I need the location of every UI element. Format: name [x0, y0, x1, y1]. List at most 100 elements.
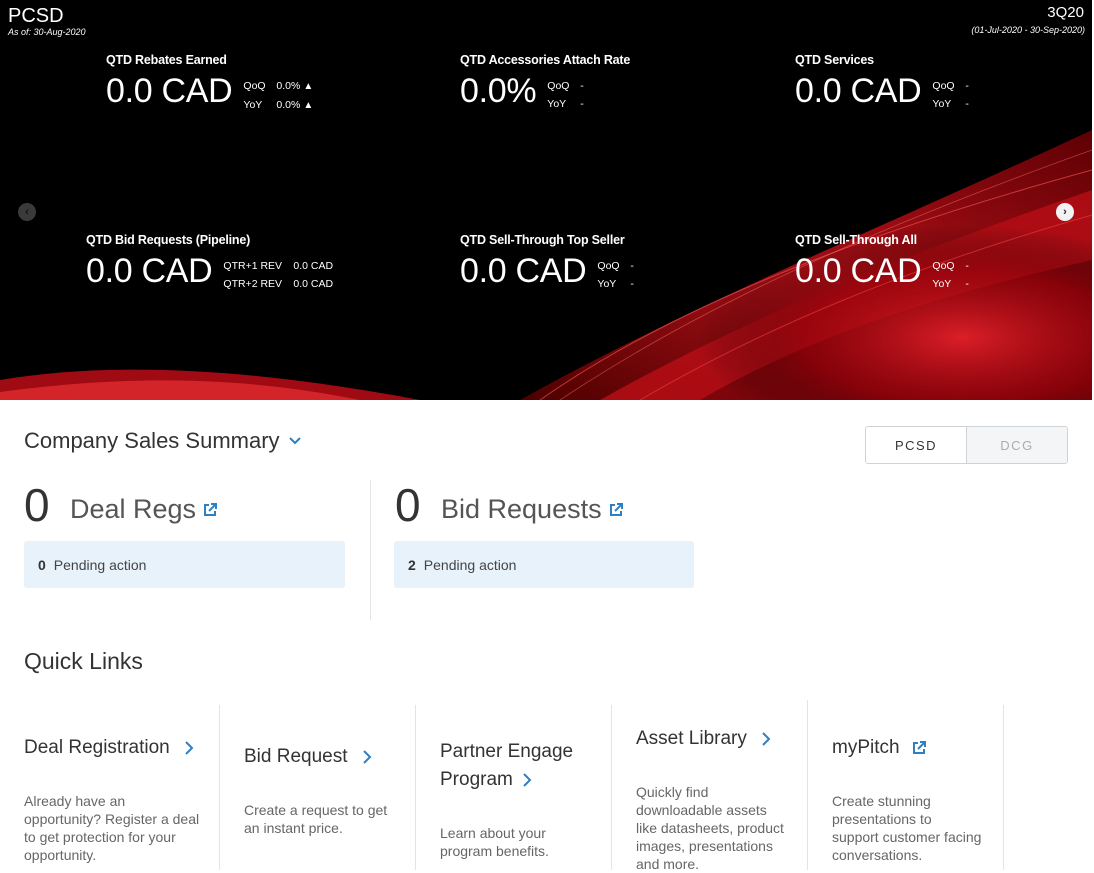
quick-link-title-cont: Program	[440, 769, 513, 790]
kpi-rebates-earned: QTD Rebates Earned 0.0 CAD QoQ 0.0% ▲ YoY 0…	[106, 53, 313, 115]
kpi-compare-value: -	[965, 260, 969, 272]
quick-link-title-row[interactable]: Partner Engage Program	[440, 738, 573, 794]
kpi-value: 0.0 CAD	[86, 252, 213, 290]
divider	[219, 705, 220, 870]
up-arrow-icon: ▲	[303, 100, 314, 111]
deal-regs-pending[interactable]: 0 Pending action	[24, 541, 345, 588]
kpi-compare-label: QoQ	[243, 80, 266, 92]
kpi-title: QTD Services	[795, 53, 874, 67]
kpi-compare-value: -	[630, 278, 634, 290]
pending-label: Pending action	[53, 556, 147, 573]
quick-link-description: Quickly find downloadable assets like da…	[636, 784, 784, 872]
chevron-right-icon	[363, 750, 372, 764]
quick-link-title-row[interactable]: Deal Registration	[24, 734, 195, 762]
kpi-compare-label: YoY	[547, 98, 567, 110]
sales-summary-dropdown[interactable]: Company Sales Summary	[24, 428, 302, 454]
kpi-title: QTD Sell-Through Top Seller	[460, 233, 625, 247]
kpi-compare-label: QoQ	[932, 260, 955, 272]
kpi-compare-label: YoY	[932, 98, 952, 110]
pending-count: 0	[38, 556, 46, 573]
pending-label: Pending action	[423, 556, 517, 573]
segment-dcg[interactable]: DCG	[967, 427, 1067, 463]
quick-link-description: Learn about your program benefits.	[440, 825, 549, 859]
brand-title: PCSD	[8, 5, 64, 27]
kpi-compare-value: -	[580, 98, 584, 110]
quick-link-title-row[interactable]: Bid Request	[244, 743, 373, 771]
kpi-title: QTD Bid Requests (Pipeline)	[86, 233, 251, 247]
kpi-compare-label: QTR+1 REV	[223, 260, 283, 272]
division-toggle: PCSD DCG	[865, 426, 1068, 464]
kpi-compare-value: 0.0%	[276, 80, 301, 92]
kpi-carousel: PCSD As of: 30-Aug-2020 3Q20 (01-Jul-202…	[0, 0, 1092, 400]
kpi-compare-value: -	[965, 98, 969, 110]
bid-requests-label: Bid Requests	[441, 494, 602, 524]
quick-link-title-row[interactable]: Asset Library	[636, 725, 772, 753]
chevron-right-icon	[185, 741, 194, 755]
kpi-value: 0.0%	[460, 72, 537, 110]
quick-link-title: myPitch	[832, 737, 900, 758]
kpi-value: 0.0 CAD	[460, 252, 587, 290]
quarter-label: 3Q20	[1047, 4, 1084, 21]
up-arrow-icon: ▲	[303, 81, 314, 92]
external-link-icon	[204, 502, 218, 516]
kpi-compare-value: -	[580, 80, 584, 92]
segment-pcsd[interactable]: PCSD	[866, 427, 967, 463]
chevron-right-icon	[762, 732, 771, 746]
kpi-compare-label: YoY	[597, 278, 617, 290]
quick-link-description: Create a request to get an instant price…	[244, 802, 388, 836]
chevron-left-icon: ‹	[25, 206, 29, 218]
kpi-sell-through-top-seller: QTD Sell-Through Top Seller 0.0 CAD QoQ -…	[460, 233, 634, 293]
quick-link-title-row[interactable]: myPitch	[832, 734, 927, 762]
quarter-date-range: (01-Jul-2020 - 30-Sep-2020)	[971, 25, 1085, 35]
divider	[807, 700, 808, 870]
bid-requests-pending[interactable]: 2 Pending action	[394, 541, 694, 588]
kpi-accessories-attach-rate: QTD Accessories Attach Rate 0.0% QoQ - Yo…	[460, 53, 630, 113]
pending-count: 2	[408, 556, 416, 573]
quick-link-title: Deal Registration	[24, 737, 170, 758]
chevron-right-icon	[523, 773, 532, 787]
quick-link-title: Asset Library	[636, 728, 747, 749]
kpi-title: QTD Sell-Through All	[795, 233, 917, 247]
quick-link-title: Partner Engage	[440, 741, 574, 762]
kpi-value: 0.0 CAD	[106, 72, 233, 110]
divider	[1003, 705, 1004, 870]
kpi-services: QTD Services 0.0 CAD QoQ - YoY -	[795, 53, 969, 113]
deal-regs-label: Deal Regs	[70, 494, 197, 524]
external-link-icon	[912, 740, 926, 754]
quick-link-description: Create stunning presentations to support…	[832, 793, 982, 863]
kpi-title: QTD Accessories Attach Rate	[460, 53, 631, 67]
bid-requests-count: 0	[395, 479, 421, 531]
chevron-down-icon	[288, 437, 301, 445]
external-link-icon	[609, 502, 623, 516]
quick-link-title: Bid Request	[244, 746, 348, 767]
kpi-sell-through-all: QTD Sell-Through All 0.0 CAD QoQ - YoY -	[795, 233, 969, 293]
deal-regs-count: 0	[24, 479, 50, 531]
kpi-bid-requests-pipeline: QTD Bid Requests (Pipeline) 0.0 CAD QTR+…	[86, 233, 333, 293]
kpi-title: QTD Rebates Earned	[106, 53, 227, 67]
quick-link-description: Already have an opportunity? Register a …	[24, 793, 200, 863]
kpi-compare-value: -	[965, 80, 969, 92]
divider	[415, 705, 416, 870]
as-of-date: As of: 30-Aug-2020	[8, 27, 86, 37]
kpi-compare-label: QoQ	[597, 260, 620, 272]
kpi-compare-label: QTR+2 REV	[223, 278, 283, 290]
bid-requests-link[interactable]: Bid Requests	[441, 494, 624, 525]
divider	[370, 480, 371, 620]
carousel-prev-button[interactable]: ‹	[18, 203, 36, 221]
quick-links-title: Quick Links	[24, 648, 143, 674]
kpi-value: 0.0 CAD	[795, 252, 922, 290]
kpi-compare-value: 0.0%	[276, 99, 301, 111]
kpi-compare-value: 0.0 CAD	[293, 278, 334, 290]
kpi-compare-label: QoQ	[547, 80, 570, 92]
kpi-compare-label: YoY	[243, 99, 263, 111]
kpi-compare-label: QoQ	[932, 80, 955, 92]
deal-regs-link[interactable]: Deal Regs	[70, 494, 218, 525]
section-title: Company Sales Summary	[24, 428, 280, 453]
kpi-compare-label: YoY	[932, 278, 952, 290]
kpi-compare-value: -	[630, 260, 634, 272]
divider	[611, 705, 612, 870]
carousel-next-button[interactable]: ›	[1056, 203, 1074, 221]
kpi-value: 0.0 CAD	[795, 72, 922, 110]
chevron-right-icon: ›	[1063, 206, 1067, 218]
kpi-compare-value: 0.0 CAD	[293, 260, 334, 272]
